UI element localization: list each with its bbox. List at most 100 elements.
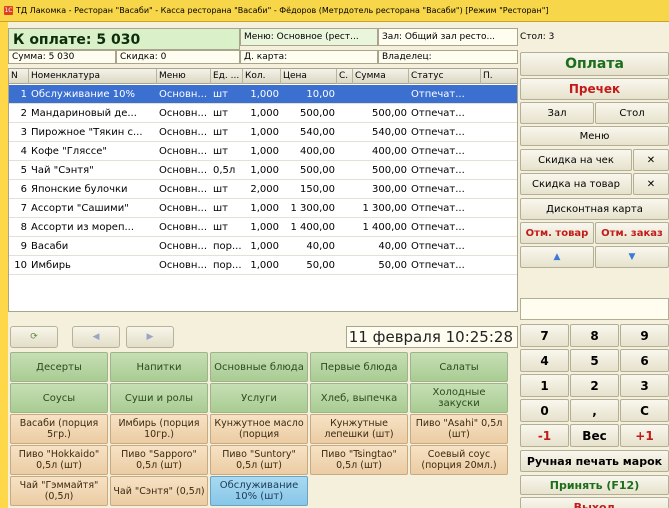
key-5[interactable]: 5 — [570, 349, 619, 372]
menu-button-14[interactable]: Пиво "Asahi" 0,5л (шт) — [410, 414, 508, 444]
menu-field[interactable]: Меню: Основное (рест... — [240, 28, 378, 46]
prev-page-button[interactable]: ◀ — [72, 326, 120, 348]
menu-button-8[interactable]: Хлеб, выпечка — [310, 383, 408, 413]
cell-n: 4 — [20, 146, 27, 157]
scroll-up-button[interactable]: ▲ — [520, 246, 594, 268]
key-6[interactable]: 6 — [620, 349, 669, 372]
clear-check-discount-button[interactable]: ✕ — [633, 149, 669, 171]
key--1[interactable]: -1 — [520, 424, 569, 447]
menu-button-16[interactable]: Пиво "Sapporo" 0,5л (шт) — [110, 445, 208, 475]
table-row[interactable]: 2 Мандариновый де... Основн... шт 1,000 500,0… — [9, 104, 517, 123]
column-header[interactable]: Статус — [409, 69, 481, 84]
menu-button-18[interactable]: Пиво "Tsingtao" 0,5л (шт) — [310, 445, 408, 475]
key-+1[interactable]: +1 — [620, 424, 669, 447]
app-icon: 1С — [4, 6, 13, 15]
menu-button-5[interactable]: Соусы — [10, 383, 108, 413]
menu-button-22[interactable]: Обслуживание 10% (шт) — [210, 476, 308, 506]
menu-button-6[interactable]: Суши и ролы — [110, 383, 208, 413]
order-info: К оплате: 5 030 Меню: Основное (рест... … — [8, 22, 518, 70]
column-header[interactable]: П. — [481, 69, 517, 84]
menu-button-13[interactable]: Кунжутные лепешки (шт) — [310, 414, 408, 444]
key-8[interactable]: 8 — [570, 324, 619, 347]
key-1[interactable]: 1 — [520, 374, 569, 397]
cell-unit: 0,5л — [213, 165, 236, 176]
menu-button[interactable]: Меню — [520, 126, 669, 146]
order-table[interactable]: N Номенклатура Меню Ед. ... Кол. Цена С. Сумма С… — [8, 68, 518, 312]
key-2[interactable]: 2 — [570, 374, 619, 397]
cell-menu: Основн... — [159, 184, 207, 195]
scroll-down-button[interactable]: ▼ — [595, 246, 669, 268]
menu-button-4[interactable]: Салаты — [410, 352, 508, 382]
key-4[interactable]: 4 — [520, 349, 569, 372]
menu-button-7[interactable]: Услуги — [210, 383, 308, 413]
menu-button-2[interactable]: Основные блюда — [210, 352, 308, 382]
close-icon: ✕ — [646, 154, 656, 166]
table-row[interactable]: 8 Ассорти из мореп... Основн... шт 1,000 1 40… — [9, 218, 517, 237]
cell-price: 150,00 — [300, 184, 335, 195]
key-3[interactable]: 3 — [620, 374, 669, 397]
close-icon: ✕ — [646, 178, 656, 190]
table-row[interactable]: 6 Японские булочки Основн... шт 2,000 150,00 3… — [9, 180, 517, 199]
next-page-button[interactable]: ▶ — [126, 326, 174, 348]
cell-s — [337, 218, 353, 237]
cell-menu: Основн... — [159, 146, 207, 157]
cell-s — [337, 85, 353, 104]
table-row[interactable]: 10 Имбирь Основн... пор... 1,000 50,00 50,00 От… — [9, 256, 517, 275]
cell-status: Отпечат... — [411, 203, 465, 214]
item-discount-button[interactable]: Скидка на товар — [520, 173, 632, 195]
column-header[interactable]: N — [9, 69, 29, 84]
column-header[interactable]: Ед. ... — [211, 69, 243, 84]
column-header[interactable]: С. — [337, 69, 353, 84]
table-button[interactable]: Стол — [595, 102, 669, 124]
key-0[interactable]: 0 — [520, 399, 569, 422]
menu-button-20[interactable]: Чай "Гэммайтя" (0,5л) — [10, 476, 108, 506]
table-row[interactable]: 9 Васаби Основн... пор... 1,000 40,00 40,00 Отп… — [9, 237, 517, 256]
cell-name: Пирожное "Тякин с... — [31, 127, 143, 138]
column-header[interactable]: Номенклатура — [29, 69, 157, 84]
menu-button-1[interactable]: Напитки — [110, 352, 208, 382]
exit-button[interactable]: Выход — [520, 497, 669, 508]
cell-s — [337, 123, 353, 142]
menu-button-9[interactable]: Холодные закуски — [410, 383, 508, 413]
cancel-order-button[interactable]: Отм. заказ — [595, 222, 669, 244]
cell-name: Ассорти "Сашими" — [31, 203, 129, 214]
menu-button-3[interactable]: Первые блюда — [310, 352, 408, 382]
manual-print-button[interactable]: Ручная печать марок — [520, 450, 669, 472]
table-row[interactable]: 1 Обслуживание 10% Основн... шт 1,000 10,00 От… — [9, 85, 517, 104]
cancel-item-button[interactable]: Отм. товар — [520, 222, 594, 244]
keypad-input[interactable] — [520, 298, 669, 320]
menu-button-17[interactable]: Пиво "Suntory" 0,5л (шт) — [210, 445, 308, 475]
key-Вес[interactable]: Вес — [570, 424, 619, 447]
refresh-button[interactable]: ⟳ — [10, 326, 58, 348]
pay-button[interactable]: Оплата — [520, 52, 669, 76]
menu-button-12[interactable]: Кунжутное масло (порция — [210, 414, 308, 444]
key-C[interactable]: C — [620, 399, 669, 422]
menu-button-11[interactable]: Имбирь (порция 10гр.) — [110, 414, 208, 444]
table-row[interactable]: 3 Пирожное "Тякин с... Основн... шт 1,000 540… — [9, 123, 517, 142]
check-discount-button[interactable]: Скидка на чек — [520, 149, 632, 171]
table-row[interactable]: 4 Кофе "Гляссе" Основн... шт 1,000 400,00 400,… — [9, 142, 517, 161]
hall-field[interactable]: Зал: Общий зал ресто... — [378, 28, 518, 46]
menu-button-21[interactable]: Чай "Сэнтя" (0,5л) — [110, 476, 208, 506]
menu-button-15[interactable]: Пиво "Hokkaido" 0,5л (шт) — [10, 445, 108, 475]
clear-item-discount-button[interactable]: ✕ — [633, 173, 669, 195]
column-header[interactable]: Кол. — [243, 69, 281, 84]
menu-button-0[interactable]: Десерты — [10, 352, 108, 382]
cell-price: 500,00 — [300, 108, 335, 119]
discount-card-button[interactable]: Дисконтная карта — [520, 198, 669, 220]
table-row[interactable]: 5 Чай "Сэнтя" Основн... 0,5л 1,000 500,00 500,… — [9, 161, 517, 180]
menu-button-10[interactable]: Васаби (порция 5гр.) — [10, 414, 108, 444]
column-header[interactable]: Меню — [157, 69, 211, 84]
menu-button-19[interactable]: Соевый соус (порция 20мл.) — [410, 445, 508, 475]
key-7[interactable]: 7 — [520, 324, 569, 347]
precheck-button[interactable]: Пречек — [520, 78, 669, 100]
table-row[interactable]: 7 Ассорти "Сашими" Основн... шт 1,000 1 300,0… — [9, 199, 517, 218]
card-field[interactable]: Д. карта: — [240, 50, 378, 64]
hall-button[interactable]: Зал — [520, 102, 594, 124]
key-,[interactable]: , — [570, 399, 619, 422]
column-header[interactable]: Цена — [281, 69, 337, 84]
cell-unit: шт — [213, 203, 228, 214]
key-9[interactable]: 9 — [620, 324, 669, 347]
column-header[interactable]: Сумма — [353, 69, 409, 84]
accept-button[interactable]: Принять (F12) — [520, 475, 669, 495]
